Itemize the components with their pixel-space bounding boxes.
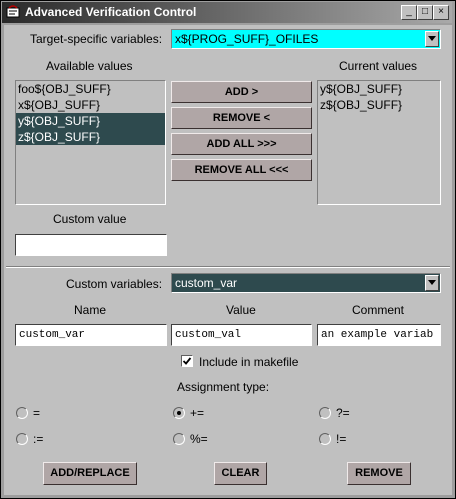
- include-in-makefile-label: Include in makefile: [199, 355, 299, 369]
- radio-selected-dot: [177, 411, 181, 415]
- list-item[interactable]: z${OBJ_SUFF}: [16, 129, 165, 145]
- target-variables-select[interactable]: x${PROG_SUFF}_OFILES: [171, 29, 441, 49]
- name-label: Name: [74, 303, 107, 317]
- current-values-list[interactable]: y${OBJ_SUFF} z${OBJ_SUFF}: [317, 80, 441, 205]
- name-input[interactable]: custom_var: [15, 324, 167, 346]
- add-button[interactable]: ADD >: [171, 81, 312, 103]
- chevron-down-icon[interactable]: [425, 275, 439, 291]
- remove-button[interactable]: REMOVE <: [171, 107, 312, 129]
- available-values-label: Available values: [46, 59, 133, 73]
- clear-button[interactable]: CLEAR: [214, 462, 267, 485]
- assign-bang-equals-radio[interactable]: [319, 433, 331, 445]
- close-button[interactable]: ×: [433, 5, 449, 20]
- checkmark-icon: [182, 357, 192, 365]
- comment-input[interactable]: an example variab: [317, 324, 441, 346]
- assign-question-equals-label: ?=: [336, 406, 350, 420]
- list-item[interactable]: y${OBJ_SUFF}: [16, 113, 165, 129]
- remove-custom-variable-button[interactable]: REMOVE: [347, 462, 411, 485]
- assign-equals-radio[interactable]: [16, 407, 28, 419]
- custom-variables-label: Custom variables:: [66, 277, 163, 291]
- list-item[interactable]: foo${OBJ_SUFF}: [16, 81, 165, 97]
- assign-equals-label: =: [33, 406, 41, 420]
- include-in-makefile-checkbox[interactable]: [181, 355, 193, 367]
- assign-bang-equals-label: !=: [336, 432, 347, 446]
- section-divider: [6, 266, 450, 268]
- assign-percent-equals-radio[interactable]: [173, 433, 185, 445]
- comment-label: Comment: [352, 303, 405, 317]
- remove-all-button[interactable]: REMOVE ALL <<<: [171, 159, 312, 181]
- add-replace-button[interactable]: ADD/REPLACE: [43, 462, 137, 485]
- list-item[interactable]: z${OBJ_SUFF}: [318, 97, 440, 113]
- close-icon: ×: [438, 6, 444, 17]
- maximize-button[interactable]: □: [417, 5, 433, 20]
- app-icon: [6, 5, 20, 18]
- maximize-icon: □: [421, 6, 429, 17]
- available-values-list[interactable]: foo${OBJ_SUFF} x${OBJ_SUFF} y${OBJ_SUFF}…: [15, 80, 166, 205]
- minimize-button[interactable]: _: [401, 5, 417, 20]
- list-item[interactable]: y${OBJ_SUFF}: [318, 81, 440, 97]
- window-title: Advanced Verification Control: [25, 5, 197, 19]
- assign-plus-equals-radio[interactable]: [173, 407, 185, 419]
- assignment-type-label: Assignment type:: [177, 380, 270, 394]
- assign-percent-equals-label: %=: [190, 432, 208, 446]
- assign-plus-equals-label: +=: [190, 406, 205, 420]
- current-values-label: Current values: [339, 59, 418, 73]
- minimize-icon: _: [406, 6, 412, 17]
- target-variables-label: Target-specific variables:: [30, 32, 163, 46]
- assign-question-equals-radio[interactable]: [319, 407, 331, 419]
- assign-colon-equals-label: :=: [33, 432, 44, 446]
- target-variables-value: x${PROG_SUFF}_OFILES: [175, 32, 319, 46]
- custom-variables-value: custom_var: [175, 276, 238, 290]
- custom-variables-select[interactable]: custom_var: [171, 273, 441, 293]
- chevron-down-icon[interactable]: [425, 31, 439, 47]
- assign-colon-equals-radio[interactable]: [16, 433, 28, 445]
- list-item[interactable]: x${OBJ_SUFF}: [16, 97, 165, 113]
- add-all-button[interactable]: ADD ALL >>>: [171, 133, 312, 155]
- value-label: Value: [226, 303, 256, 317]
- custom-value-label: Custom value: [53, 212, 127, 226]
- value-input[interactable]: custom_val: [171, 324, 312, 346]
- custom-value-input[interactable]: [15, 234, 167, 256]
